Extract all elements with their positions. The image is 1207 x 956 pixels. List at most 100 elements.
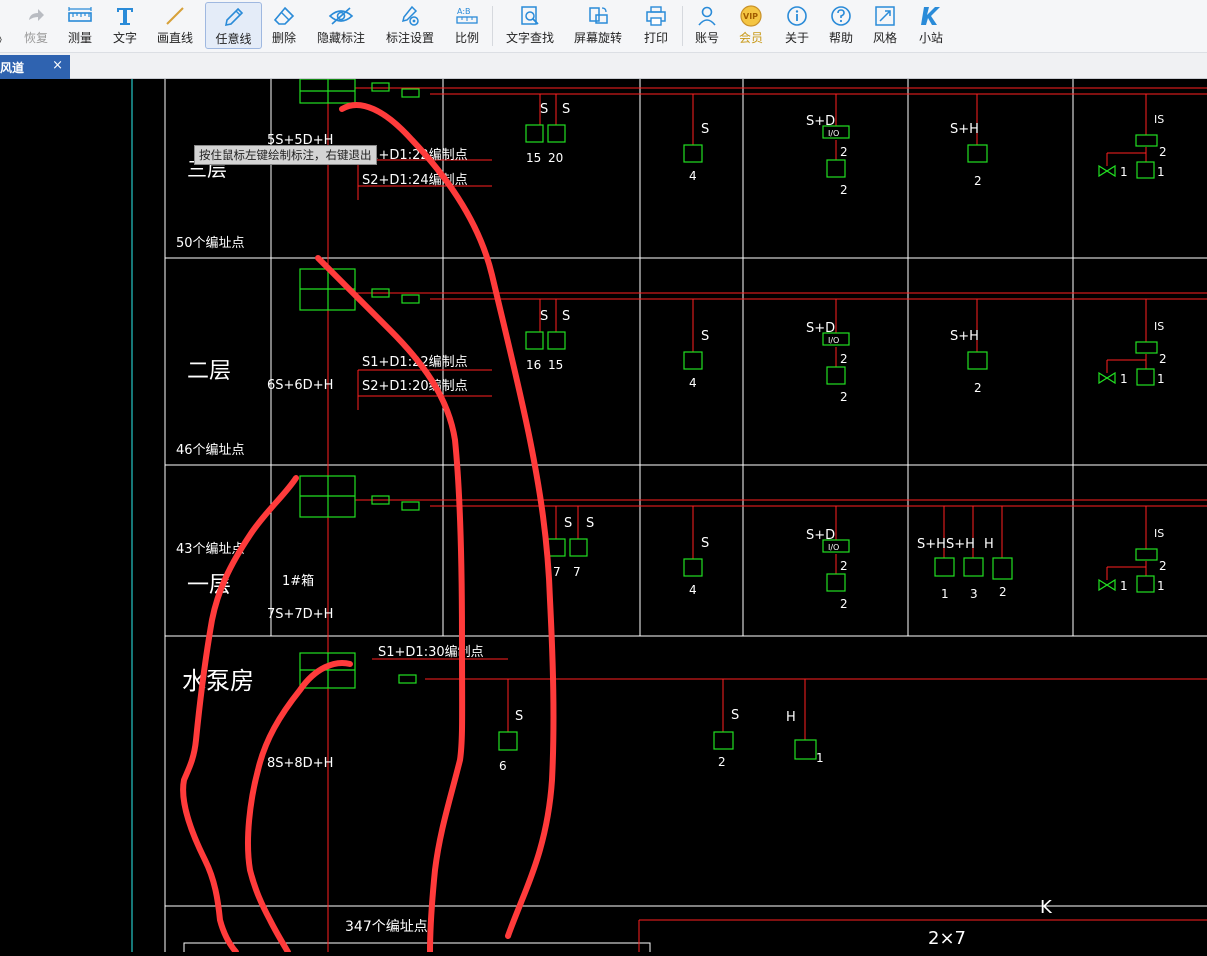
toolbar: 》 恢复 测量 文字 画直线 任意线 删除 隐藏标注 标注设置 A:B 比例 文… <box>0 0 1207 53</box>
drawing-label: 15 <box>548 358 563 372</box>
drawing-label: 2 <box>999 585 1007 599</box>
drawing-label: S <box>731 708 739 723</box>
document-tab-bar: 风道 × <box>0 53 1207 79</box>
redo-label: 恢复 <box>23 31 48 45</box>
account-label: 账号 <box>694 31 719 45</box>
measure-icon <box>68 7 92 22</box>
toolbar-separator <box>492 6 493 46</box>
find-text-label: 文字查找 <box>505 31 554 45</box>
drawing-label: S <box>515 709 523 724</box>
drawing-label: S+D <box>806 114 835 129</box>
floor-1-box-label: 7S+7D+H <box>267 607 333 622</box>
floor-2-points: 46个编址点 <box>176 443 245 458</box>
total-points: 347个编址点 <box>345 919 428 935</box>
drawing-canvas[interactable]: 三层 50个编址点 5S+5D+H S1+D1:22编制点 S2+D1:24编制… <box>0 78 1207 956</box>
drawing-label: S <box>564 516 572 531</box>
drawing-label: S <box>701 329 709 344</box>
drawing-label: S <box>586 516 594 531</box>
ratio-button[interactable]: A:B 比例 <box>448 2 486 49</box>
line-icon <box>166 7 184 25</box>
drawing-label: 2 <box>1159 352 1167 366</box>
annotation-settings-button[interactable]: 标注设置 <box>380 2 440 49</box>
drawing-label: 2 <box>974 174 982 188</box>
find-text-button[interactable]: 文字查找 <box>500 2 560 49</box>
style-icon <box>875 6 895 26</box>
hide-annotation-button[interactable]: 隐藏标注 <box>310 2 372 49</box>
settings-pen-icon <box>401 5 419 26</box>
floor-2-line2: S2+D1:20编制点 <box>362 379 468 394</box>
drawing-label: S+H <box>946 537 975 552</box>
drawing-label: K <box>1040 897 1053 918</box>
text-label: 文字 <box>112 31 137 45</box>
document-tab[interactable]: 风道 × <box>0 55 70 79</box>
draw-line-button[interactable]: 画直线 <box>150 2 200 49</box>
drawing-label: I/O <box>828 129 839 138</box>
measure-button[interactable]: 测量 <box>60 2 100 49</box>
drawing-label: 2 <box>840 597 848 611</box>
rotate-icon <box>589 7 608 24</box>
drawing-label: 1 <box>816 751 824 765</box>
drawing-label: 2×7 <box>928 928 966 949</box>
printer-icon <box>646 6 666 26</box>
style-button[interactable]: 风格 <box>866 2 904 49</box>
drawing-label: 2 <box>840 390 848 404</box>
about-label: 关于 <box>784 31 809 45</box>
drawing-label: 1 <box>1157 372 1165 386</box>
account-button[interactable]: 账号 <box>688 2 726 49</box>
toolbar-separator <box>682 6 683 46</box>
text-button[interactable]: 文字 <box>106 2 144 49</box>
delete-label: 删除 <box>271 31 296 45</box>
cad-drawing[interactable]: 三层 50个编址点 5S+5D+H S1+D1:22编制点 S2+D1:24编制… <box>0 78 1207 956</box>
drawing-label: S <box>562 309 570 324</box>
site-label: 小站 <box>918 31 943 45</box>
hidden-eye-icon <box>328 7 354 25</box>
pump-room-box-label: 8S+8D+H <box>267 756 333 771</box>
drawing-label: 1 <box>941 587 949 601</box>
help-label: 帮助 <box>828 31 853 45</box>
drawing-label: 7 <box>573 565 581 579</box>
pen-icon <box>224 7 243 27</box>
floor-1-box-name: 1#箱 <box>282 573 314 589</box>
freehand-line-button[interactable]: 任意线 <box>205 2 262 49</box>
drawing-label: 1 <box>1157 579 1165 593</box>
print-button[interactable]: 打印 <box>637 2 675 49</box>
drawing-label: IS <box>1154 113 1164 126</box>
hide-annotation-label: 隐藏标注 <box>316 31 365 45</box>
drawing-label: 16 <box>526 358 541 372</box>
svg-text:A:B: A:B <box>457 7 471 16</box>
drawing-label: 15 <box>526 151 541 165</box>
drawing-label: 2 <box>1159 559 1167 573</box>
drawing-label: 2 <box>840 145 848 159</box>
svg-text:VIP: VIP <box>743 12 758 21</box>
rotate-screen-button[interactable]: 屏幕旋转 <box>568 2 628 49</box>
help-button[interactable]: 帮助 <box>822 2 860 49</box>
drawing-label: S+H <box>917 537 946 552</box>
drawing-label: S <box>701 122 709 137</box>
drawing-label: S+H <box>950 329 979 344</box>
drawing-label: 2 <box>840 352 848 366</box>
rotate-screen-label: 屏幕旋转 <box>573 31 622 45</box>
info-icon <box>787 6 807 26</box>
drawing-label: H <box>786 710 796 725</box>
table-grid <box>165 79 1207 956</box>
toolbar-partial-item[interactable]: 》 <box>0 2 8 49</box>
drawing-label: H <box>984 537 994 552</box>
ratio-icon: A:B <box>456 7 478 24</box>
device-tags: SS SS+D S+HIS I/O SS SS+D S+HIS I/O SS S… <box>515 102 1164 949</box>
drawing-label: 1 <box>1120 579 1128 593</box>
drawing-label: 6 <box>499 759 507 773</box>
close-tab-icon[interactable]: × <box>52 58 63 73</box>
drawing-label: 4 <box>689 583 697 597</box>
about-button[interactable]: 关于 <box>778 2 816 49</box>
drawing-label: 1 <box>1157 165 1165 179</box>
drawing-label: 1 <box>1120 372 1128 386</box>
ratio-label: 比例 <box>454 31 479 45</box>
delete-button[interactable]: 删除 <box>266 2 302 49</box>
drawing-label: IS <box>1154 320 1164 333</box>
drawing-label: 20 <box>548 151 563 165</box>
vip-button[interactable]: VIP 会员 <box>732 2 770 49</box>
drawing-label: IS <box>1154 527 1164 540</box>
site-button[interactable]: 小站 <box>912 2 950 49</box>
redo-button[interactable]: 恢复 <box>18 2 54 49</box>
toolbar-partial-label: 》 <box>0 31 8 48</box>
